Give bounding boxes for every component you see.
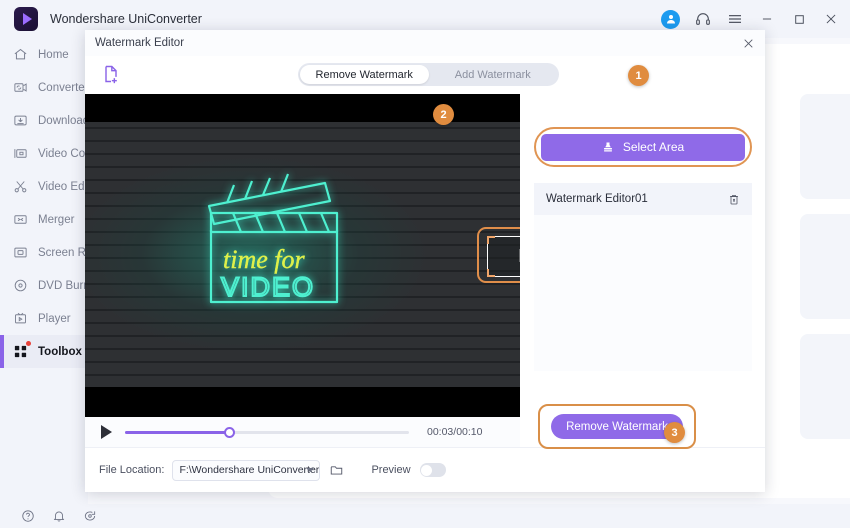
svg-text:VIDEO: VIDEO [221, 272, 315, 302]
sidebar-item-label: Converter [38, 81, 89, 94]
sidebar-item-home[interactable]: Home [0, 38, 88, 71]
dialog-close-icon[interactable] [739, 34, 757, 52]
dvd-burner-icon [12, 277, 29, 294]
folder-icon[interactable] [329, 463, 345, 478]
sidebar-item-video-editor[interactable]: Video Editor [0, 170, 100, 203]
video-compressor-icon [12, 145, 29, 162]
add-file-icon[interactable] [99, 62, 123, 86]
select-area-button[interactable]: Select Area [541, 133, 745, 161]
converter-icon [12, 79, 29, 96]
sidebar-item-player[interactable]: Player [0, 302, 88, 335]
list-item[interactable]: Watermark Editor01 [534, 183, 752, 215]
bottom-icon-bar [0, 504, 850, 528]
neon-clapperboard-graphic: time for VIDEO [197, 168, 357, 318]
stamp-icon [602, 141, 615, 154]
sidebar-item-video-compressor[interactable]: Video Compressor [0, 137, 133, 170]
right-panel: Select Area Watermark Editor01 Remove Wa… [520, 94, 765, 449]
sidebar-item-converter[interactable]: Converter [0, 71, 89, 104]
watermark-item-name: Watermark Editor01 [546, 193, 648, 205]
sidebar-item-downloader[interactable]: Downloader [0, 104, 99, 137]
progress-slider[interactable] [125, 426, 409, 438]
selection-box[interactable]: Hi ✕ [487, 236, 520, 277]
download-icon [12, 112, 29, 129]
options-bar: File Location: F:\Wondershare UniConvert… [85, 447, 765, 492]
tab-add-watermark[interactable]: Add Watermark [429, 65, 558, 84]
help-icon[interactable] [20, 509, 35, 524]
dialog-header: Watermark Editor [85, 30, 765, 56]
resize-handle-bottom-left[interactable] [487, 269, 495, 277]
video-preview[interactable]: time for VIDEO Hi ✕ [85, 94, 520, 417]
resize-handle-top-left[interactable] [487, 236, 495, 244]
toolbox-card[interactable]: CD. [800, 334, 850, 439]
sidebar-item-label: Home [38, 48, 69, 61]
sidebar-item-label: Player [38, 312, 71, 325]
player-icon [12, 310, 29, 327]
dialog-toolbar: Remove Watermark Add Watermark [85, 56, 765, 94]
chevron-down-icon[interactable] [306, 468, 315, 472]
hamburger-menu-icon[interactable] [726, 10, 744, 28]
select-area-highlight-ring: Select Area [534, 127, 752, 167]
watermark-list: Watermark Editor01 [534, 183, 752, 371]
notification-bell-icon[interactable] [51, 509, 66, 524]
maximize-button[interactable] [790, 10, 808, 28]
sidebar-item-dvd-burner[interactable]: DVD Burner [0, 269, 100, 302]
file-location-value: F:\Wondershare UniConverter [179, 464, 320, 476]
notification-dot [26, 341, 31, 346]
toolbox-card[interactable]: editing [800, 94, 850, 199]
feedback-icon[interactable] [82, 509, 97, 524]
home-icon [12, 46, 29, 63]
app-logo-icon [14, 7, 38, 31]
sidebar-item-screen-recorder[interactable]: Screen Recorder [0, 236, 125, 269]
sidebar: Home Converter Downloader Video Compress… [0, 38, 133, 504]
toolbox-card[interactable]: os or [800, 214, 850, 319]
play-icon[interactable] [101, 425, 112, 439]
watermark-editor-dialog: Watermark Editor Remove Watermark Add Wa… [85, 30, 765, 492]
app-title: Wondershare UniConverter [50, 12, 202, 26]
step-badge-3: 3 [664, 422, 685, 443]
preview-label: Preview [371, 464, 411, 476]
preview-toggle[interactable] [419, 463, 446, 477]
dialog-title: Watermark Editor [95, 37, 185, 49]
watermark-selection-region[interactable]: Hi ✕ [477, 227, 520, 283]
close-button[interactable] [822, 10, 840, 28]
user-avatar-icon[interactable] [661, 9, 680, 29]
sidebar-item-merger[interactable]: Merger [0, 203, 88, 236]
toggle-knob [421, 464, 433, 476]
tab-remove-watermark[interactable]: Remove Watermark [300, 65, 429, 84]
progress-handle[interactable] [224, 426, 235, 438]
progress-fill [125, 430, 230, 434]
watermark-mode-tabs: Remove Watermark Add Watermark [298, 63, 559, 86]
svg-text:time for: time for [223, 245, 305, 274]
file-location-select[interactable]: F:\Wondershare UniConverter [172, 459, 321, 481]
select-area-label: Select Area [622, 140, 685, 154]
merger-icon [12, 211, 29, 228]
video-frame: time for VIDEO [85, 122, 520, 387]
sidebar-item-toolbox[interactable]: Toolbox [0, 335, 88, 368]
sidebar-item-label: Merger [38, 213, 75, 226]
step-badge-2: 2 [433, 104, 454, 125]
remove-watermark-button[interactable]: Remove Watermark [551, 414, 683, 439]
minimize-button[interactable] [758, 10, 776, 28]
headset-icon[interactable] [694, 10, 712, 28]
sidebar-item-label: Toolbox [38, 345, 82, 358]
file-location-label: File Location: [99, 464, 165, 476]
app-window: Wondershare UniConverter Home Converter … [0, 0, 850, 528]
scissors-icon [12, 178, 29, 195]
screen-recorder-icon [12, 244, 29, 261]
time-display: 00:03/00:10 [427, 426, 483, 438]
trash-icon[interactable] [727, 192, 740, 206]
step-badge-1: 1 [628, 65, 649, 86]
player-controls: 00:03/00:10 [85, 417, 520, 447]
